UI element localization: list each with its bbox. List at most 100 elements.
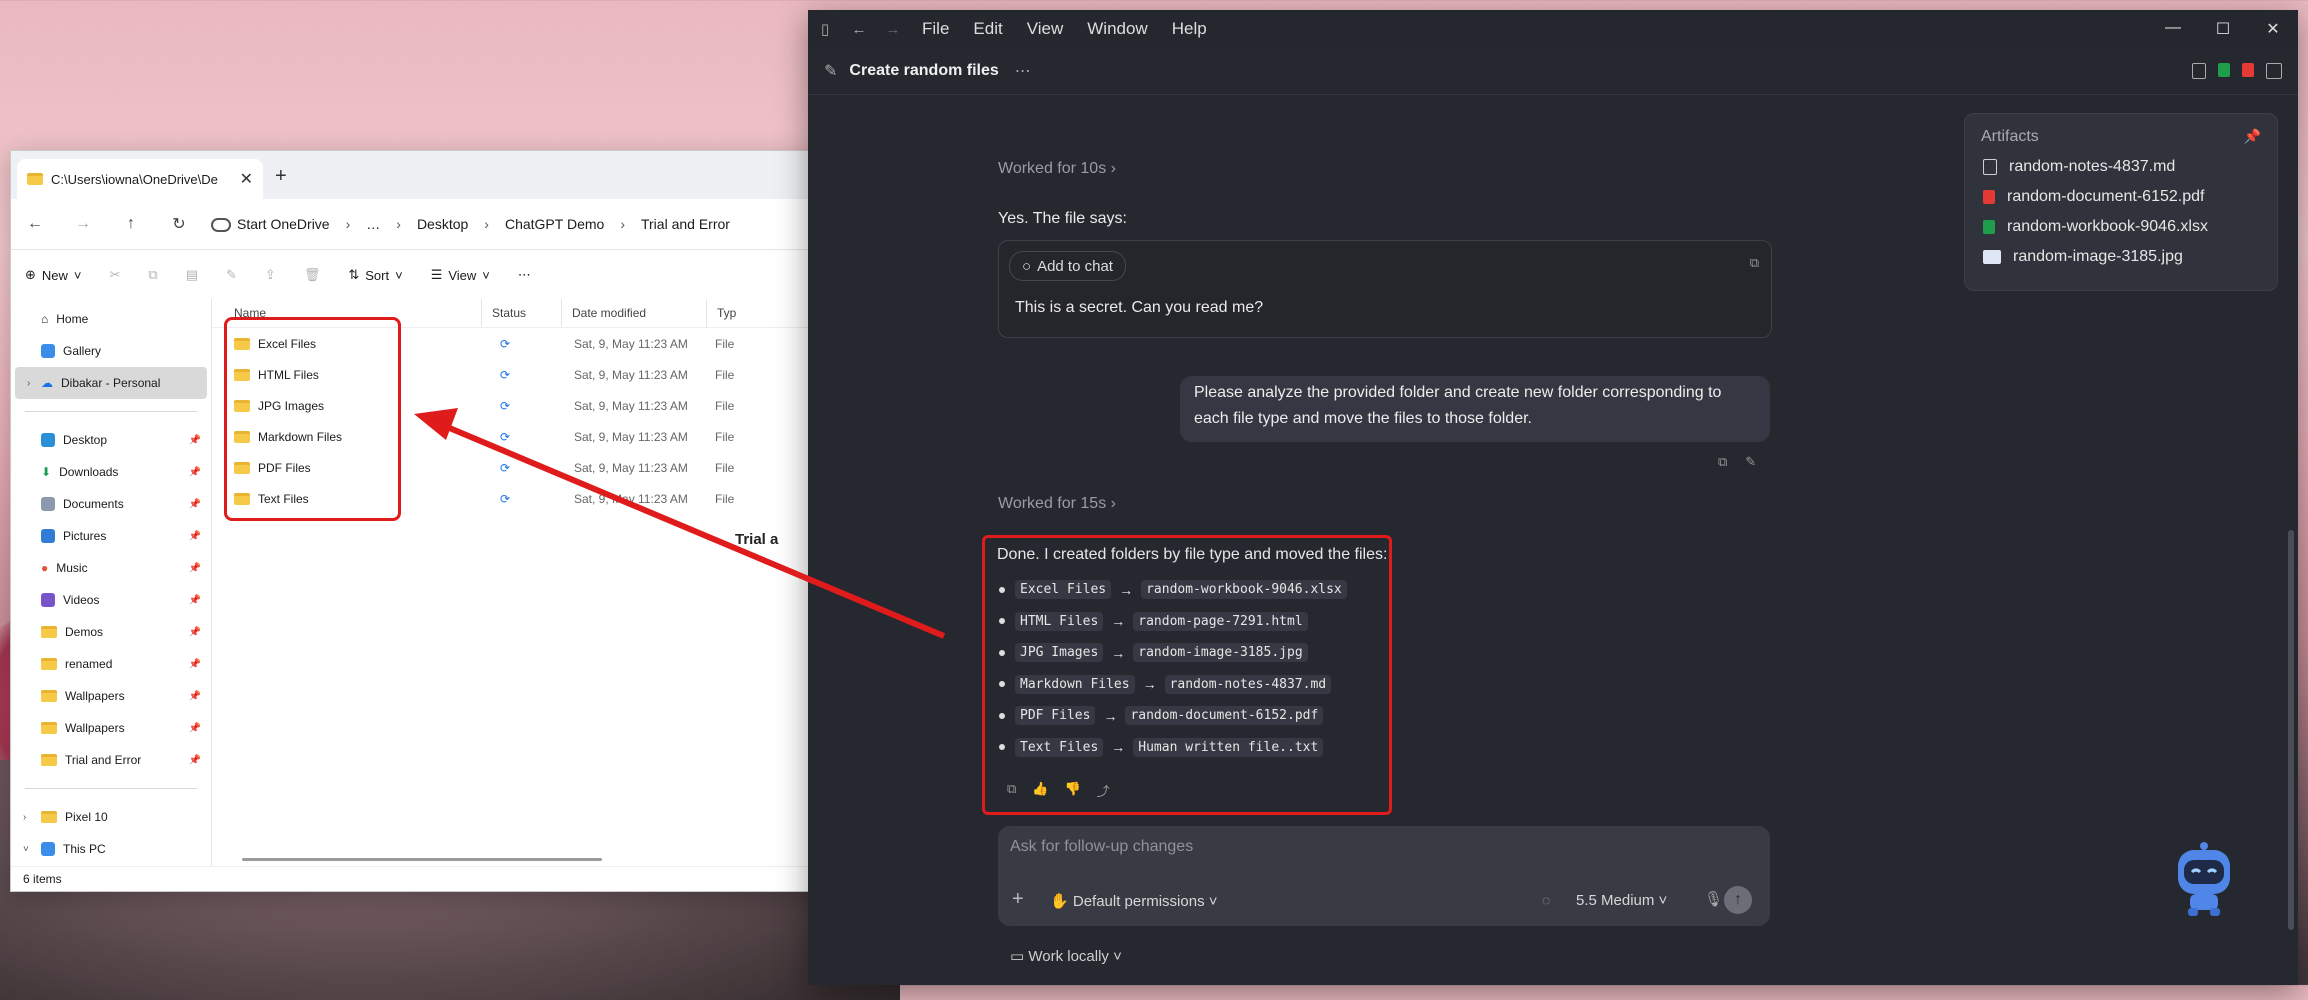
breadcrumb-chatgpt-demo[interactable]: ChatGPT Demo (505, 216, 604, 232)
sidebar-toggle-icon[interactable]: ▯ (808, 20, 842, 38)
add-to-chat-button[interactable]: ○ Add to chat (1009, 251, 1126, 281)
back-arrow-icon[interactable]: ← (11, 215, 59, 233)
nav-item-renamed[interactable]: renamed 📌 (11, 648, 211, 680)
menu-view[interactable]: View (1015, 19, 1076, 39)
pin-icon[interactable]: 📌 (189, 563, 201, 574)
view-button[interactable]: ☰ View ˅ (417, 267, 504, 283)
nav-item-onedrive-personal[interactable]: › ☁ Dibakar - Personal (15, 367, 207, 399)
sort-button[interactable]: ⇅ Sort ˅ (334, 267, 416, 283)
pictures-icon (41, 529, 55, 543)
computer-icon (41, 842, 55, 856)
artifact-item[interactable]: random-notes-4837.md (1983, 158, 2175, 176)
pin-icon[interactable]: 📌 (189, 755, 201, 766)
nav-item-wallpapers[interactable]: Wallpapers 📌 (11, 680, 211, 712)
nav-item-this-pc[interactable]: ˅ This PC (11, 833, 211, 865)
refresh-icon[interactable]: ↻ (155, 214, 203, 234)
vertical-scrollbar[interactable] (2288, 530, 2294, 930)
pin-icon[interactable]: 📌 (189, 595, 201, 606)
new-tab-button[interactable]: + (275, 165, 287, 188)
artifact-item[interactable]: random-image-3185.jpg (1983, 248, 2183, 266)
pin-icon[interactable]: 📌 (189, 499, 201, 510)
close-tab-icon[interactable]: ✕ (240, 169, 253, 189)
excel-file-icon (1983, 220, 1995, 234)
breadcrumb-onedrive[interactable]: Start OneDrive (211, 216, 330, 233)
worked-duration-1[interactable]: Worked for 10s › (998, 160, 1116, 178)
more-options-icon[interactable]: ⋯ (504, 267, 545, 283)
microphone-icon[interactable]: 🎙 (1704, 890, 1723, 908)
forward-arrow-icon[interactable]: → (59, 215, 107, 233)
pin-icon[interactable]: 📌 (2244, 128, 2261, 145)
nav-item-desktop[interactable]: Desktop 📌 (11, 424, 211, 456)
nav-item-wallpapers-2[interactable]: Wallpapers 📌 (11, 712, 211, 744)
back-arrow-icon[interactable]: ← (842, 21, 876, 38)
thumbs-up-icon[interactable]: 👍 (1032, 781, 1048, 800)
breadcrumb-ellipsis[interactable]: … (366, 216, 380, 232)
nav-item-pictures[interactable]: Pictures 📌 (11, 520, 211, 552)
copy-icon[interactable]: ⧉ (1007, 781, 1016, 800)
chevron-right-icon: › (484, 215, 489, 232)
list-item: HTML Files → random-page-7291.html (999, 606, 1347, 638)
column-type[interactable]: Typ (707, 299, 736, 327)
nav-item-trial-and-error[interactable]: Trial and Error 📌 (11, 744, 211, 776)
nav-item-gallery[interactable]: Gallery (11, 335, 211, 367)
nav-item-pixel-10[interactable]: › Pixel 10 (11, 801, 211, 833)
pin-icon[interactable]: 📌 (189, 659, 201, 670)
header-file-icons (2192, 63, 2282, 79)
up-arrow-icon[interactable]: ↑ (107, 215, 155, 233)
artifact-item[interactable]: random-document-6152.pdf (1983, 188, 2204, 206)
pin-icon[interactable]: 📌 (189, 627, 201, 638)
pin-icon[interactable]: 📌 (189, 531, 201, 542)
menu-window[interactable]: Window (1075, 19, 1159, 39)
close-icon[interactable]: ✕ (2248, 19, 2298, 39)
breadcrumb-trial-and-error[interactable]: Trial and Error (641, 216, 730, 232)
work-locally-dropdown[interactable]: ▭ Work locally ˅ (1010, 947, 1122, 965)
new-button[interactable]: ⊕ New ˅ (11, 267, 96, 283)
new-chat-icon[interactable]: ✎ (824, 61, 837, 81)
excel-file-icon[interactable] (2218, 63, 2230, 77)
more-options-icon[interactable]: ⋯ (1015, 61, 1031, 81)
share-icon[interactable]: ⇪ (251, 267, 290, 283)
nav-item-downloads[interactable]: ⬇ Downloads 📌 (11, 456, 211, 488)
nav-item-home[interactable]: ⌂ Home (11, 303, 211, 335)
minimize-icon[interactable]: — (2148, 19, 2198, 39)
pin-icon[interactable]: 📌 (189, 435, 201, 446)
nav-item-documents[interactable]: Documents 📌 (11, 488, 211, 520)
rename-icon[interactable]: ✎ (212, 267, 251, 283)
follow-up-input[interactable]: Ask for follow-up changes (1010, 838, 1193, 856)
copy-icon[interactable]: ⧉ (134, 267, 171, 283)
worked-duration-2[interactable]: Worked for 15s › (998, 495, 1116, 513)
menu-file[interactable]: File (910, 19, 961, 39)
nav-item-demos[interactable]: Demos 📌 (11, 616, 211, 648)
nav-item-music[interactable]: ● Music 📌 (11, 552, 211, 584)
send-button[interactable]: ↑ (1724, 886, 1752, 914)
forward-arrow-icon[interactable]: → (876, 21, 910, 38)
thumbs-down-icon[interactable]: 👎 (1064, 781, 1080, 800)
model-selector[interactable]: 5.5 Medium ˅ (1576, 892, 1667, 909)
delete-icon[interactable]: 🗑 (290, 267, 335, 283)
image-file-icon[interactable] (2192, 63, 2206, 79)
copy-icon[interactable]: ⧉ (1750, 255, 1759, 271)
maximize-icon[interactable]: ☐ (2198, 19, 2248, 39)
explorer-tab[interactable]: C:\Users\iowna\OneDrive\De ✕ (17, 159, 263, 199)
panel-toggle-icon[interactable] (2266, 63, 2282, 79)
menu-edit[interactable]: Edit (961, 19, 1014, 39)
nav-item-videos[interactable]: Videos 📌 (11, 584, 211, 616)
pin-icon[interactable]: 📌 (189, 691, 201, 702)
horizontal-scrollbar[interactable] (242, 858, 602, 861)
artifact-item[interactable]: random-workbook-9046.xlsx (1983, 218, 2208, 236)
paste-icon[interactable]: ▤ (172, 267, 212, 283)
column-date-modified[interactable]: Date modified (562, 299, 707, 327)
pin-icon[interactable]: 📌 (189, 467, 201, 478)
sync-icon: ⟳ (500, 336, 511, 351)
edit-icon[interactable]: ✎ (1745, 454, 1756, 470)
breadcrumb-desktop[interactable]: Desktop (417, 216, 468, 232)
permissions-dropdown[interactable]: ✋ Default permissions ˅ (1050, 892, 1218, 910)
menu-help[interactable]: Help (1160, 19, 1219, 39)
copy-icon[interactable]: ⧉ (1718, 454, 1727, 470)
pdf-file-icon[interactable] (2242, 63, 2254, 77)
plus-icon[interactable]: + (1012, 888, 1024, 911)
cut-icon[interactable]: ✂ (96, 267, 135, 283)
column-status[interactable]: Status (482, 299, 562, 327)
pin-icon[interactable]: 📌 (189, 723, 201, 734)
share-icon[interactable]: ⤴ (1097, 781, 1110, 800)
